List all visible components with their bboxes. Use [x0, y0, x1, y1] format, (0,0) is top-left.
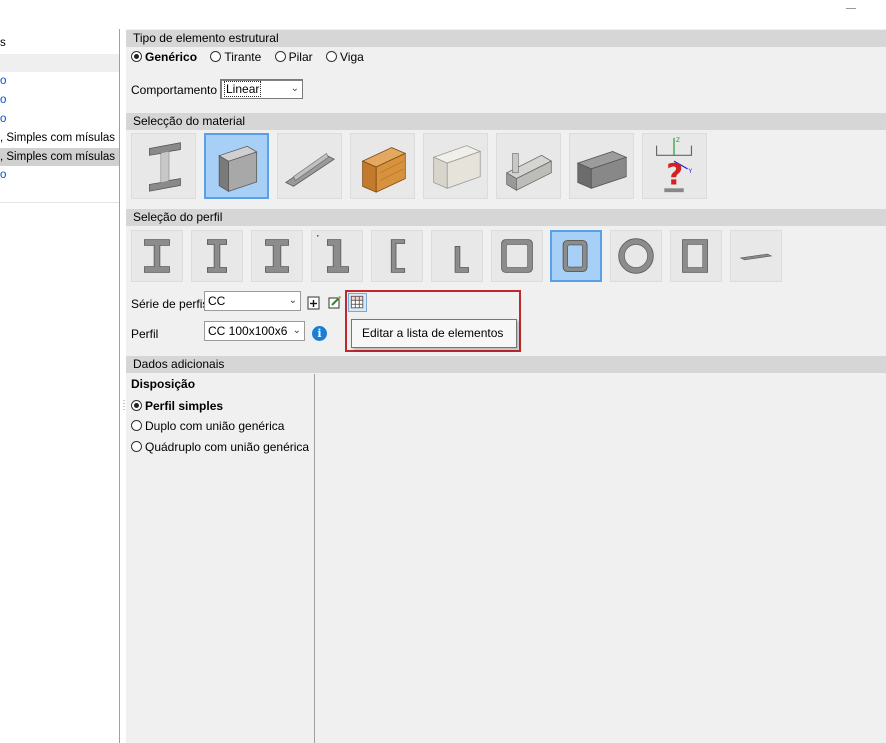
title-bar [0, 0, 886, 22]
splitter-grip[interactable] [123, 399, 125, 411]
section-header-additional: Dados adicionais [126, 356, 886, 373]
radio-column[interactable]: Pilar [274, 50, 323, 64]
aluminium-extruded-icon[interactable] [496, 133, 561, 199]
generic-tube-icon[interactable] [423, 133, 488, 199]
flat-plate-icon[interactable] [730, 230, 782, 282]
wood-icon[interactable] [350, 133, 415, 199]
edit-series-icon[interactable] [328, 295, 342, 309]
properties-panel: Tipo de elemento estrutural Genérico Tir… [126, 29, 886, 743]
steel-cold-formed-icon[interactable] [204, 133, 269, 199]
section-header-material: Selecção do material [126, 113, 886, 130]
radio-icon [131, 420, 142, 431]
behavior-label: Comportamento [131, 83, 218, 97]
list-item[interactable]: o [0, 72, 119, 90]
tooltip: Editar a lista de elementos [351, 319, 517, 348]
radio-beam[interactable]: Viga [325, 50, 374, 64]
add-series-icon[interactable] [307, 296, 321, 310]
rect-tube-icon[interactable] [491, 230, 543, 282]
radio-selected-icon [131, 51, 142, 62]
chevron-down-icon: ⌄ [290, 83, 299, 94]
circular-tube-icon[interactable] [610, 230, 662, 282]
svg-text:Z: Z [676, 138, 680, 144]
splitter[interactable] [314, 374, 315, 743]
series-select[interactable]: CC ⌄ [204, 291, 301, 311]
structural-type-radio-group: Genérico Tirante Pilar Viga [131, 50, 374, 64]
section-header-profile: Seleção do perfil [126, 209, 886, 226]
list-item[interactable] [0, 185, 119, 203]
behavior-select[interactable]: Linear ⌄ [220, 79, 303, 99]
profile-tiles [131, 230, 791, 284]
series-label: Série de perfis [131, 297, 209, 311]
radio-tie[interactable]: Tirante [210, 50, 271, 64]
chevron-down-icon: ⌄ [292, 325, 301, 336]
minimize-icon[interactable] [846, 8, 856, 9]
generic-unknown-icon[interactable]: Z Y? [642, 133, 707, 199]
chevron-down-icon: ⌄ [288, 295, 297, 306]
aluminium-icon[interactable] [277, 133, 342, 199]
profile-label: Perfil [131, 327, 159, 341]
channel-profile-icon[interactable] [251, 230, 303, 282]
section-header-structural-type: Tipo de elemento estrutural [126, 30, 886, 47]
radio-icon [131, 441, 142, 452]
svg-text:Y: Y [688, 169, 693, 175]
list-item[interactable]: o [0, 110, 119, 128]
list-item[interactable]: o [0, 166, 119, 184]
radio-quadruple-generic[interactable]: Quádruplo com união genérica [131, 440, 309, 454]
concrete-icon[interactable] [569, 133, 634, 199]
profile-select[interactable]: CC 100x100x6 ⌄ [204, 321, 305, 341]
radio-double-generic[interactable]: Duplo com união genérica [131, 419, 284, 433]
radio-icon [274, 51, 286, 62]
list-item[interactable]: s [0, 34, 119, 52]
element-list-panel: s o o o , Simples com mísulas , Simples … [0, 29, 120, 743]
list-item-selected[interactable]: , Simples com mísulas [0, 148, 119, 166]
list-item[interactable]: o [0, 91, 119, 109]
radio-icon [210, 51, 222, 62]
svg-text:?: ? [666, 157, 683, 191]
radio-single-profile[interactable]: Perfil simples [131, 399, 223, 413]
steel-hot-rolled-icon[interactable] [131, 133, 196, 199]
i-profile-icon[interactable] [131, 230, 183, 282]
disposition-label: Disposição [131, 377, 196, 391]
i-profile-narrow-icon[interactable] [191, 230, 243, 282]
channel-lipped-icon[interactable] [311, 230, 363, 282]
list-item[interactable] [0, 54, 119, 72]
rect-tube-narrow-icon[interactable] [550, 230, 602, 282]
radio-generic[interactable]: Genérico [131, 50, 207, 64]
radio-icon [325, 51, 337, 62]
info-icon[interactable]: i [312, 326, 327, 341]
c-profile-icon[interactable] [371, 230, 423, 282]
radio-selected-icon [131, 400, 142, 411]
window: s o o o , Simples com mísulas , Simples … [0, 0, 886, 743]
material-tiles: Z Y? [131, 133, 731, 199]
rect-box-icon[interactable] [670, 230, 722, 282]
l-profile-icon[interactable] [431, 230, 483, 282]
list-item[interactable]: , Simples com mísulas [0, 129, 119, 147]
